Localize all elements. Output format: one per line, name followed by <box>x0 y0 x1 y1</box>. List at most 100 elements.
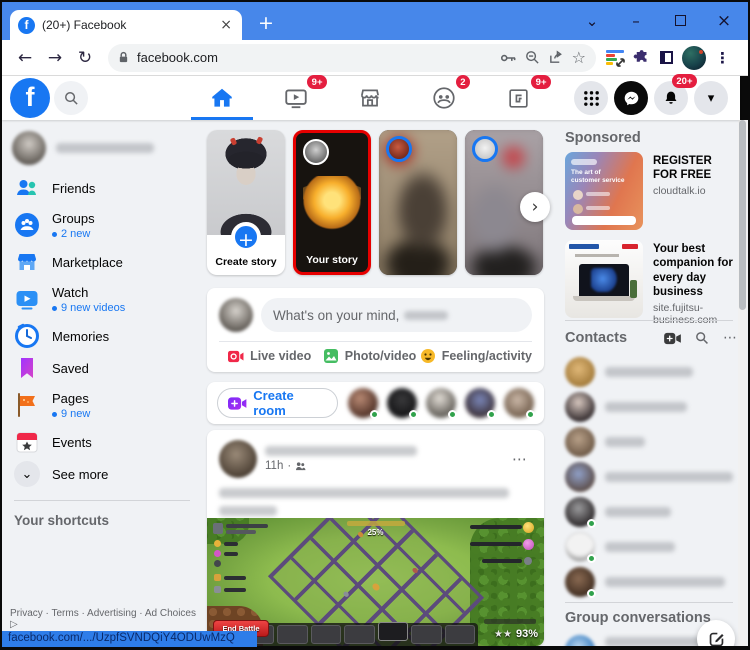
sidebar-item-friends[interactable]: Friends <box>10 172 194 204</box>
troop-bar[interactable] <box>241 623 478 646</box>
your-shortcuts-title: Your shortcuts <box>10 511 194 530</box>
new-tab-button[interactable]: + <box>258 14 274 33</box>
browser-titlebar: f (20+) Facebook × + ⌄ – × <box>2 2 748 40</box>
contact-row[interactable] <box>565 496 671 528</box>
contact-row[interactable] <box>565 566 725 598</box>
stories-next-button[interactable]: › <box>520 192 550 222</box>
forward-button[interactable]: → <box>40 48 70 68</box>
contact-name-blurred <box>605 437 645 447</box>
search-icon <box>64 91 79 106</box>
feeling-icon <box>420 348 436 364</box>
window-maximize-button[interactable] <box>658 13 702 30</box>
watch-badge: 9+ <box>307 75 327 89</box>
post-timestamp[interactable]: 11h· <box>265 460 500 472</box>
post-options-icon[interactable]: ⋯ <box>508 450 532 468</box>
friend-story-avatar <box>386 136 412 162</box>
tab-search-chevron-icon[interactable]: ⌄ <box>570 12 614 30</box>
sidebar-item-groups[interactable]: Groups 2 new <box>10 204 194 246</box>
friend-avatar[interactable] <box>387 388 417 418</box>
sidebar-item-marketplace[interactable]: Marketplace <box>10 246 194 278</box>
notifications-button[interactable]: 20+ <box>654 81 688 115</box>
back-button[interactable]: ← <box>10 48 40 68</box>
tab-title: (20+) Facebook <box>42 18 211 32</box>
ad-headline[interactable]: REGISTER FOR FREE <box>653 152 737 183</box>
zoom-out-icon[interactable] <box>525 50 540 65</box>
contacts-options-icon[interactable]: ⋯ <box>723 330 737 346</box>
feeling-activity-button[interactable]: Feeling/activity <box>420 348 532 364</box>
live-video-button[interactable]: Live video <box>219 348 319 364</box>
marketplace-icon <box>357 85 383 111</box>
nav-marketplace-tab[interactable] <box>333 76 407 120</box>
extension-tab-manager-icon[interactable] <box>606 50 624 66</box>
composer-input[interactable]: What's on your mind, <box>261 298 532 332</box>
sidebar-item-pages[interactable]: Pages 9 new <box>10 384 194 426</box>
sidebar-item-memories[interactable]: Memories <box>10 320 194 352</box>
url-text[interactable]: facebook.com <box>137 50 492 65</box>
reload-button[interactable]: ↻ <box>70 48 100 68</box>
sidebar-item-events[interactable]: Events <box>10 426 194 458</box>
search-contacts-icon[interactable] <box>695 331 709 345</box>
contact-row[interactable] <box>565 356 693 388</box>
your-story-card-highlighted[interactable]: Your story <box>293 130 371 275</box>
post-author-name-blurred[interactable] <box>265 446 417 456</box>
side-panel-icon[interactable] <box>660 51 673 64</box>
composer-avatar[interactable] <box>219 298 253 332</box>
sidebar-divider <box>14 500 190 501</box>
sponsored-ad[interactable]: Your best companion for every day busine… <box>565 240 737 327</box>
bell-icon <box>662 89 680 107</box>
ad-headline[interactable]: Your best companion for every day busine… <box>653 240 737 300</box>
photo-video-button[interactable]: Photo/video <box>319 348 419 364</box>
sidebar-item-saved[interactable]: Saved <box>10 352 194 384</box>
window-close-button[interactable]: × <box>702 11 746 31</box>
sidebar-profile[interactable] <box>10 128 194 168</box>
friend-avatar[interactable] <box>426 388 456 418</box>
bookmark-star-icon[interactable]: ☆ <box>572 48 586 67</box>
groups-badge: 2 <box>456 75 470 89</box>
create-room-button[interactable]: Create room <box>217 388 338 418</box>
address-bar[interactable]: facebook.com ☆ <box>108 44 596 72</box>
groups-new-count: 2 new <box>52 228 95 240</box>
new-message-fab[interactable] <box>697 620 735 646</box>
post-image-clash-of-clans[interactable]: 25% End Battle ★★93% <box>207 518 544 646</box>
contact-row[interactable] <box>565 426 645 458</box>
sponsored-ad[interactable]: The art of customer service REGISTER FOR… <box>565 152 737 230</box>
share-icon[interactable] <box>548 50 564 65</box>
page-scrollbar[interactable] <box>738 120 747 646</box>
post-author-avatar[interactable] <box>219 440 257 478</box>
new-room-camera-icon[interactable] <box>664 332 681 345</box>
browser-menu-icon[interactable]: ⋮ <box>715 49 730 67</box>
group-avatar <box>565 635 595 646</box>
password-key-icon[interactable] <box>500 51 517 65</box>
contact-row[interactable] <box>565 531 675 563</box>
sidebar-item-see-more[interactable]: ⌄ See more <box>10 458 194 490</box>
nav-home-tab[interactable] <box>185 76 259 120</box>
friend-avatar[interactable] <box>504 388 534 418</box>
sidebar-item-watch[interactable]: Watch 9 new videos <box>10 278 194 320</box>
contact-avatar <box>565 462 595 492</box>
browser-profile-avatar[interactable] <box>682 46 706 70</box>
extensions-puzzle-icon[interactable] <box>633 46 651 69</box>
contact-row[interactable] <box>565 391 687 423</box>
footer-links[interactable]: Privacy · Terms · Advertising · Ad Choic… <box>10 608 200 630</box>
facebook-search-button[interactable] <box>54 81 88 115</box>
friend-avatar[interactable] <box>348 388 378 418</box>
friend-story-card[interactable] <box>379 130 457 275</box>
scrollbar-thumb[interactable] <box>739 120 746 310</box>
new-dot <box>52 232 57 237</box>
facebook-logo[interactable]: f <box>10 78 50 118</box>
friend-avatar[interactable] <box>465 388 495 418</box>
messenger-button[interactable] <box>614 81 648 115</box>
browser-tab[interactable]: f (20+) Facebook × <box>10 10 242 40</box>
create-story-card[interactable]: + Create story <box>207 130 285 275</box>
group-conversation-row[interactable] <box>565 634 709 646</box>
account-button[interactable]: ▾ <box>694 81 728 115</box>
window-minimize-button[interactable]: – <box>614 12 658 30</box>
tab-close-icon[interactable]: × <box>218 17 234 33</box>
facebook-page: Friends Groups 2 new Marketplace <box>2 120 748 646</box>
create-story-plus-icon[interactable]: + <box>231 222 261 252</box>
nav-gaming-tab[interactable]: 9+ <box>481 76 555 120</box>
menu-grid-button[interactable] <box>574 81 608 115</box>
nav-groups-tab[interactable]: 2 <box>407 76 481 120</box>
nav-watch-tab[interactable]: 9+ <box>259 76 333 120</box>
contact-row[interactable] <box>565 461 733 493</box>
